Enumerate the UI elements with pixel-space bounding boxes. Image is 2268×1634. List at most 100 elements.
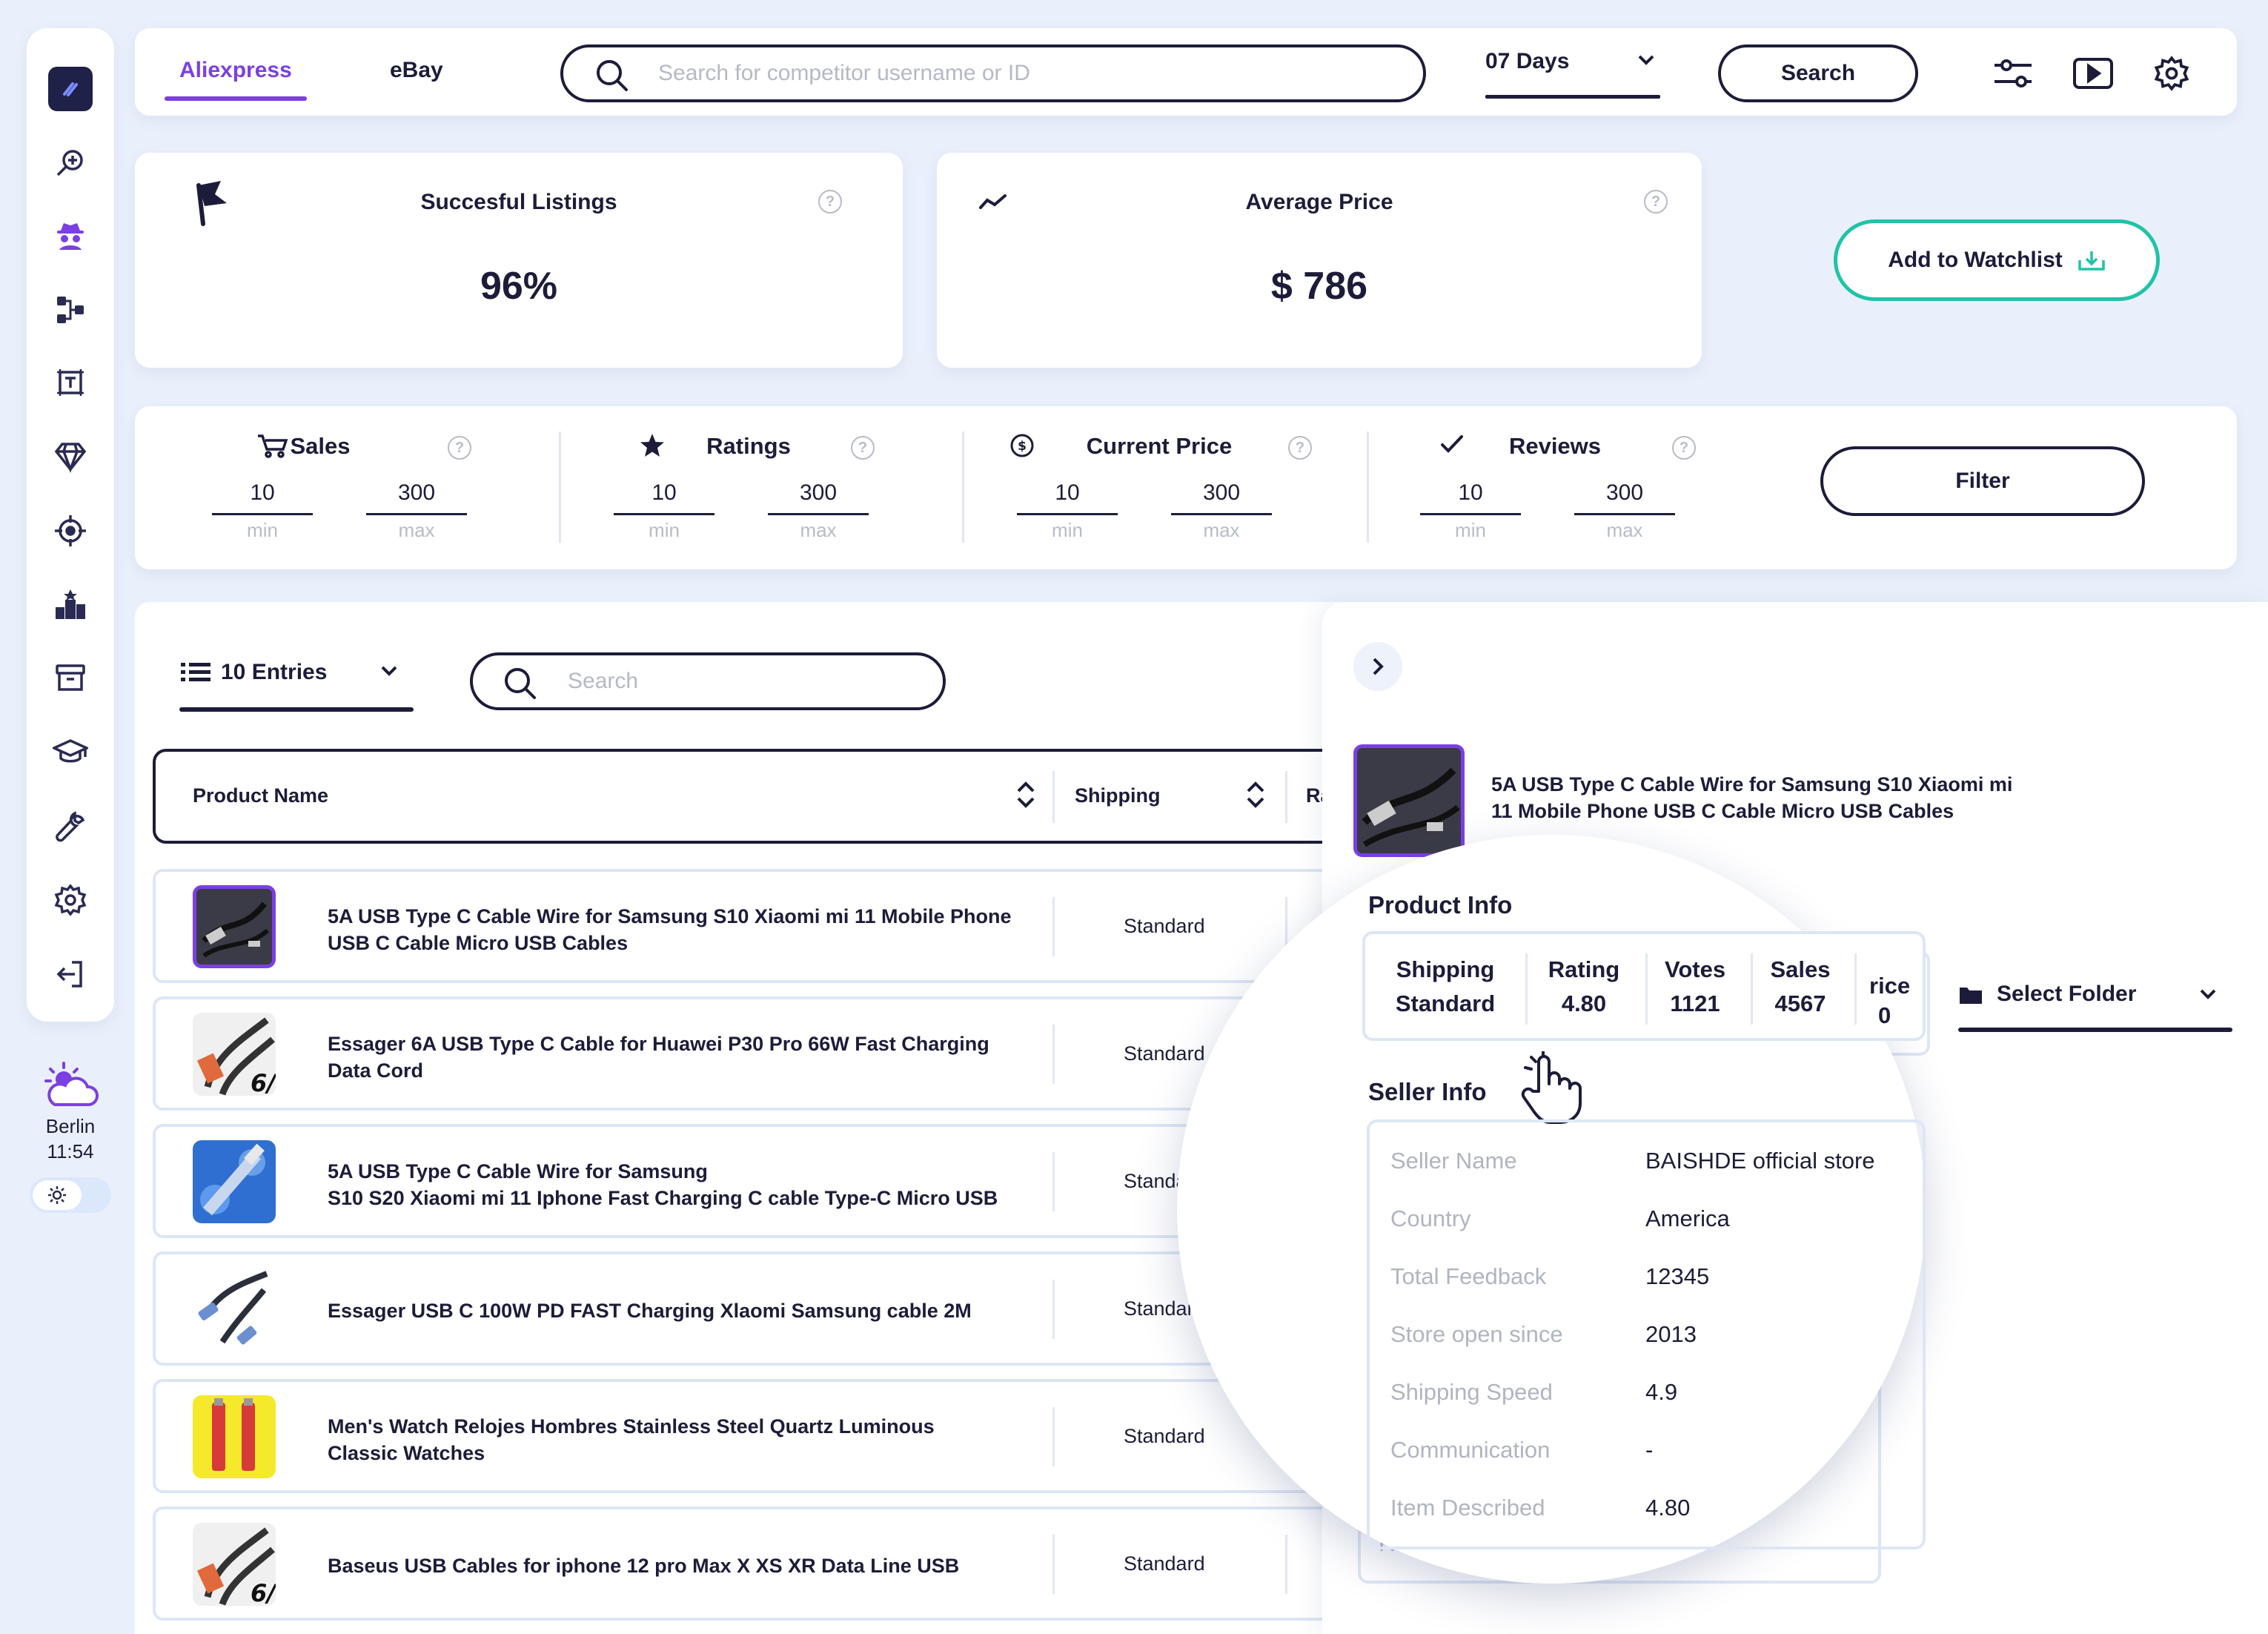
select-folder-dropdown[interactable]: Select Folder	[1958, 979, 2232, 1032]
text-frame-icon[interactable]	[48, 360, 93, 405]
search-icon	[593, 56, 630, 93]
list-icon	[181, 661, 210, 684]
price-max-input[interactable]: 300	[1171, 480, 1272, 515]
ratings-min-input[interactable]: 10	[614, 480, 714, 515]
add-to-watchlist-button[interactable]: Add to Watchlist	[1834, 219, 2160, 301]
sales-min-input[interactable]: 10	[212, 480, 313, 515]
help-icon[interactable]: ?	[851, 436, 875, 460]
seller-value: 4.9	[1645, 1379, 1678, 1405]
product-name: 5A USB Type C Cable Wire for Samsung S10…	[328, 905, 1012, 954]
sort-icon[interactable]	[1015, 780, 1036, 810]
min-label: min	[247, 519, 278, 541]
shipping-value: Standard	[1124, 1425, 1205, 1447]
table-search-input[interactable]: Search	[470, 652, 946, 710]
graduation-cap-icon[interactable]	[48, 730, 93, 774]
weather-cloud-sun-icon	[40, 1060, 101, 1109]
inbox-download-icon	[2078, 248, 2106, 272]
seller-label: Total Feedback	[1390, 1263, 1547, 1289]
seller-value: BAISHDE official store	[1645, 1148, 1875, 1174]
watchlist-label: Add to Watchlist	[1888, 248, 2063, 272]
leaderboard-icon[interactable]	[48, 583, 93, 627]
shipping-value: Standard	[1124, 915, 1205, 937]
chevron-down-icon	[378, 660, 400, 682]
logout-icon[interactable]	[48, 952, 93, 996]
shipping-value: Standard	[1124, 1042, 1205, 1065]
shipping-value: Standard	[1124, 1552, 1205, 1575]
seller-label: Item Described	[1390, 1495, 1545, 1521]
video-play-icon[interactable]	[2069, 55, 2117, 92]
target-icon[interactable]	[48, 509, 93, 553]
panel-product-thumbnail	[1353, 744, 1465, 857]
weather-time: 11:54	[47, 1140, 94, 1162]
diamond-icon[interactable]	[48, 434, 93, 479]
help-icon[interactable]: ?	[1644, 190, 1668, 214]
product-thumbnail	[193, 1395, 276, 1478]
price-min-input[interactable]: 10	[1017, 480, 1118, 515]
archive-icon[interactable]	[48, 655, 93, 700]
sun-icon	[33, 1180, 82, 1210]
sales-max-input[interactable]: 300	[366, 480, 467, 515]
ratings-max-input[interactable]: 300	[768, 480, 869, 515]
product-name: Essager 6A USB Type C Cable for Huawei P…	[328, 1033, 989, 1082]
tab-aliexpress[interactable]: Aliexpress	[179, 58, 292, 83]
column-shipping[interactable]: Shipping	[1075, 784, 1160, 807]
min-label: min	[649, 519, 680, 541]
kpi-average-price: Average Price ? $ 786	[937, 153, 1702, 368]
period-select[interactable]: 07 Days	[1485, 49, 1660, 99]
seller-info-heading: Seller Info	[1368, 1078, 1487, 1105]
kpi-value: $ 786	[1270, 265, 1368, 308]
reviews-min-input[interactable]: 10	[1420, 480, 1521, 515]
panel-product-title: 5A USB Type C Cable Wire for Samsung S10…	[1491, 773, 2013, 822]
help-icon[interactable]: ?	[1672, 436, 1696, 460]
filter-group-ratings: Ratings ? 10 300 min max	[556, 406, 941, 569]
info-value: 4567	[1774, 990, 1826, 1016]
reviews-max-input[interactable]: 300	[1574, 480, 1675, 515]
sort-icon[interactable]	[1245, 780, 1266, 810]
info-label: Votes	[1664, 956, 1726, 982]
entries-select[interactable]: 10 Entries	[179, 652, 414, 713]
table-row[interactable]: 6/ Essager 6A USB Type C Cable for Huawe…	[153, 996, 1368, 1111]
search-placeholder: Search	[568, 669, 639, 693]
search-zoom-icon[interactable]	[48, 141, 93, 185]
active-tab-indicator	[165, 96, 307, 101]
spy-icon[interactable]	[48, 214, 93, 258]
filter-bar: Sales ? 10 300 min max Ratings ? 10 300 …	[135, 406, 2237, 569]
sliders-icon[interactable]	[1989, 55, 2037, 92]
seller-label: Store open since	[1390, 1321, 1563, 1347]
max-label: max	[1203, 519, 1240, 541]
help-icon[interactable]: ?	[1288, 436, 1312, 460]
info-label: Shipping	[1396, 956, 1495, 982]
table-row[interactable]: 6/ Baseus USB Cables for iphone 12 pro M…	[153, 1506, 1368, 1621]
seller-value: 12345	[1645, 1263, 1710, 1289]
help-icon[interactable]: ?	[818, 190, 842, 214]
column-product-name[interactable]: Product Name	[193, 784, 328, 807]
info-label: Sales	[1770, 956, 1831, 982]
tab-ebay[interactable]: eBay	[390, 58, 443, 83]
kpi-value: 96%	[480, 265, 558, 308]
table-row[interactable]: Men's Watch Relojes Hombres Stainless St…	[153, 1379, 1368, 1493]
collapse-panel-button[interactable]	[1353, 642, 1402, 691]
workflow-icon[interactable]	[48, 288, 93, 332]
seller-value: -	[1645, 1437, 1654, 1463]
table-row[interactable]: 5A USB Type C Cable Wire for Samsung S10…	[153, 869, 1368, 983]
svg-text:6/: 6/	[251, 1579, 276, 1606]
info-value: 4.80	[1561, 990, 1607, 1016]
filter-group-current-price: $ Current Price ? 10 300 min max	[959, 406, 1344, 569]
price-label-fragment: rice	[1869, 973, 1911, 999]
settings-gear-icon[interactable]	[2148, 53, 2195, 93]
theme-toggle[interactable]	[30, 1177, 111, 1213]
product-name: 5A USB Type C Cable Wire for Samsung S10 …	[328, 1160, 998, 1209]
chevron-down-icon	[1635, 49, 1657, 71]
competitor-search-input[interactable]: Search for competitor username or ID	[560, 44, 1426, 102]
seller-value: 2013	[1645, 1321, 1697, 1347]
help-icon[interactable]: ?	[448, 436, 471, 460]
wrench-icon[interactable]	[48, 804, 93, 848]
folder-select-label: Select Folder	[1997, 982, 2137, 1006]
search-button[interactable]: Search	[1718, 44, 1918, 102]
app-logo-icon[interactable]	[48, 67, 93, 111]
filter-button[interactable]: Filter	[1820, 446, 2145, 516]
settings-gear-icon[interactable]	[48, 878, 93, 922]
product-info-heading: Product Info	[1368, 891, 1513, 919]
search-placeholder: Search for competitor username or ID	[658, 61, 1030, 85]
sidebar	[27, 28, 114, 1022]
